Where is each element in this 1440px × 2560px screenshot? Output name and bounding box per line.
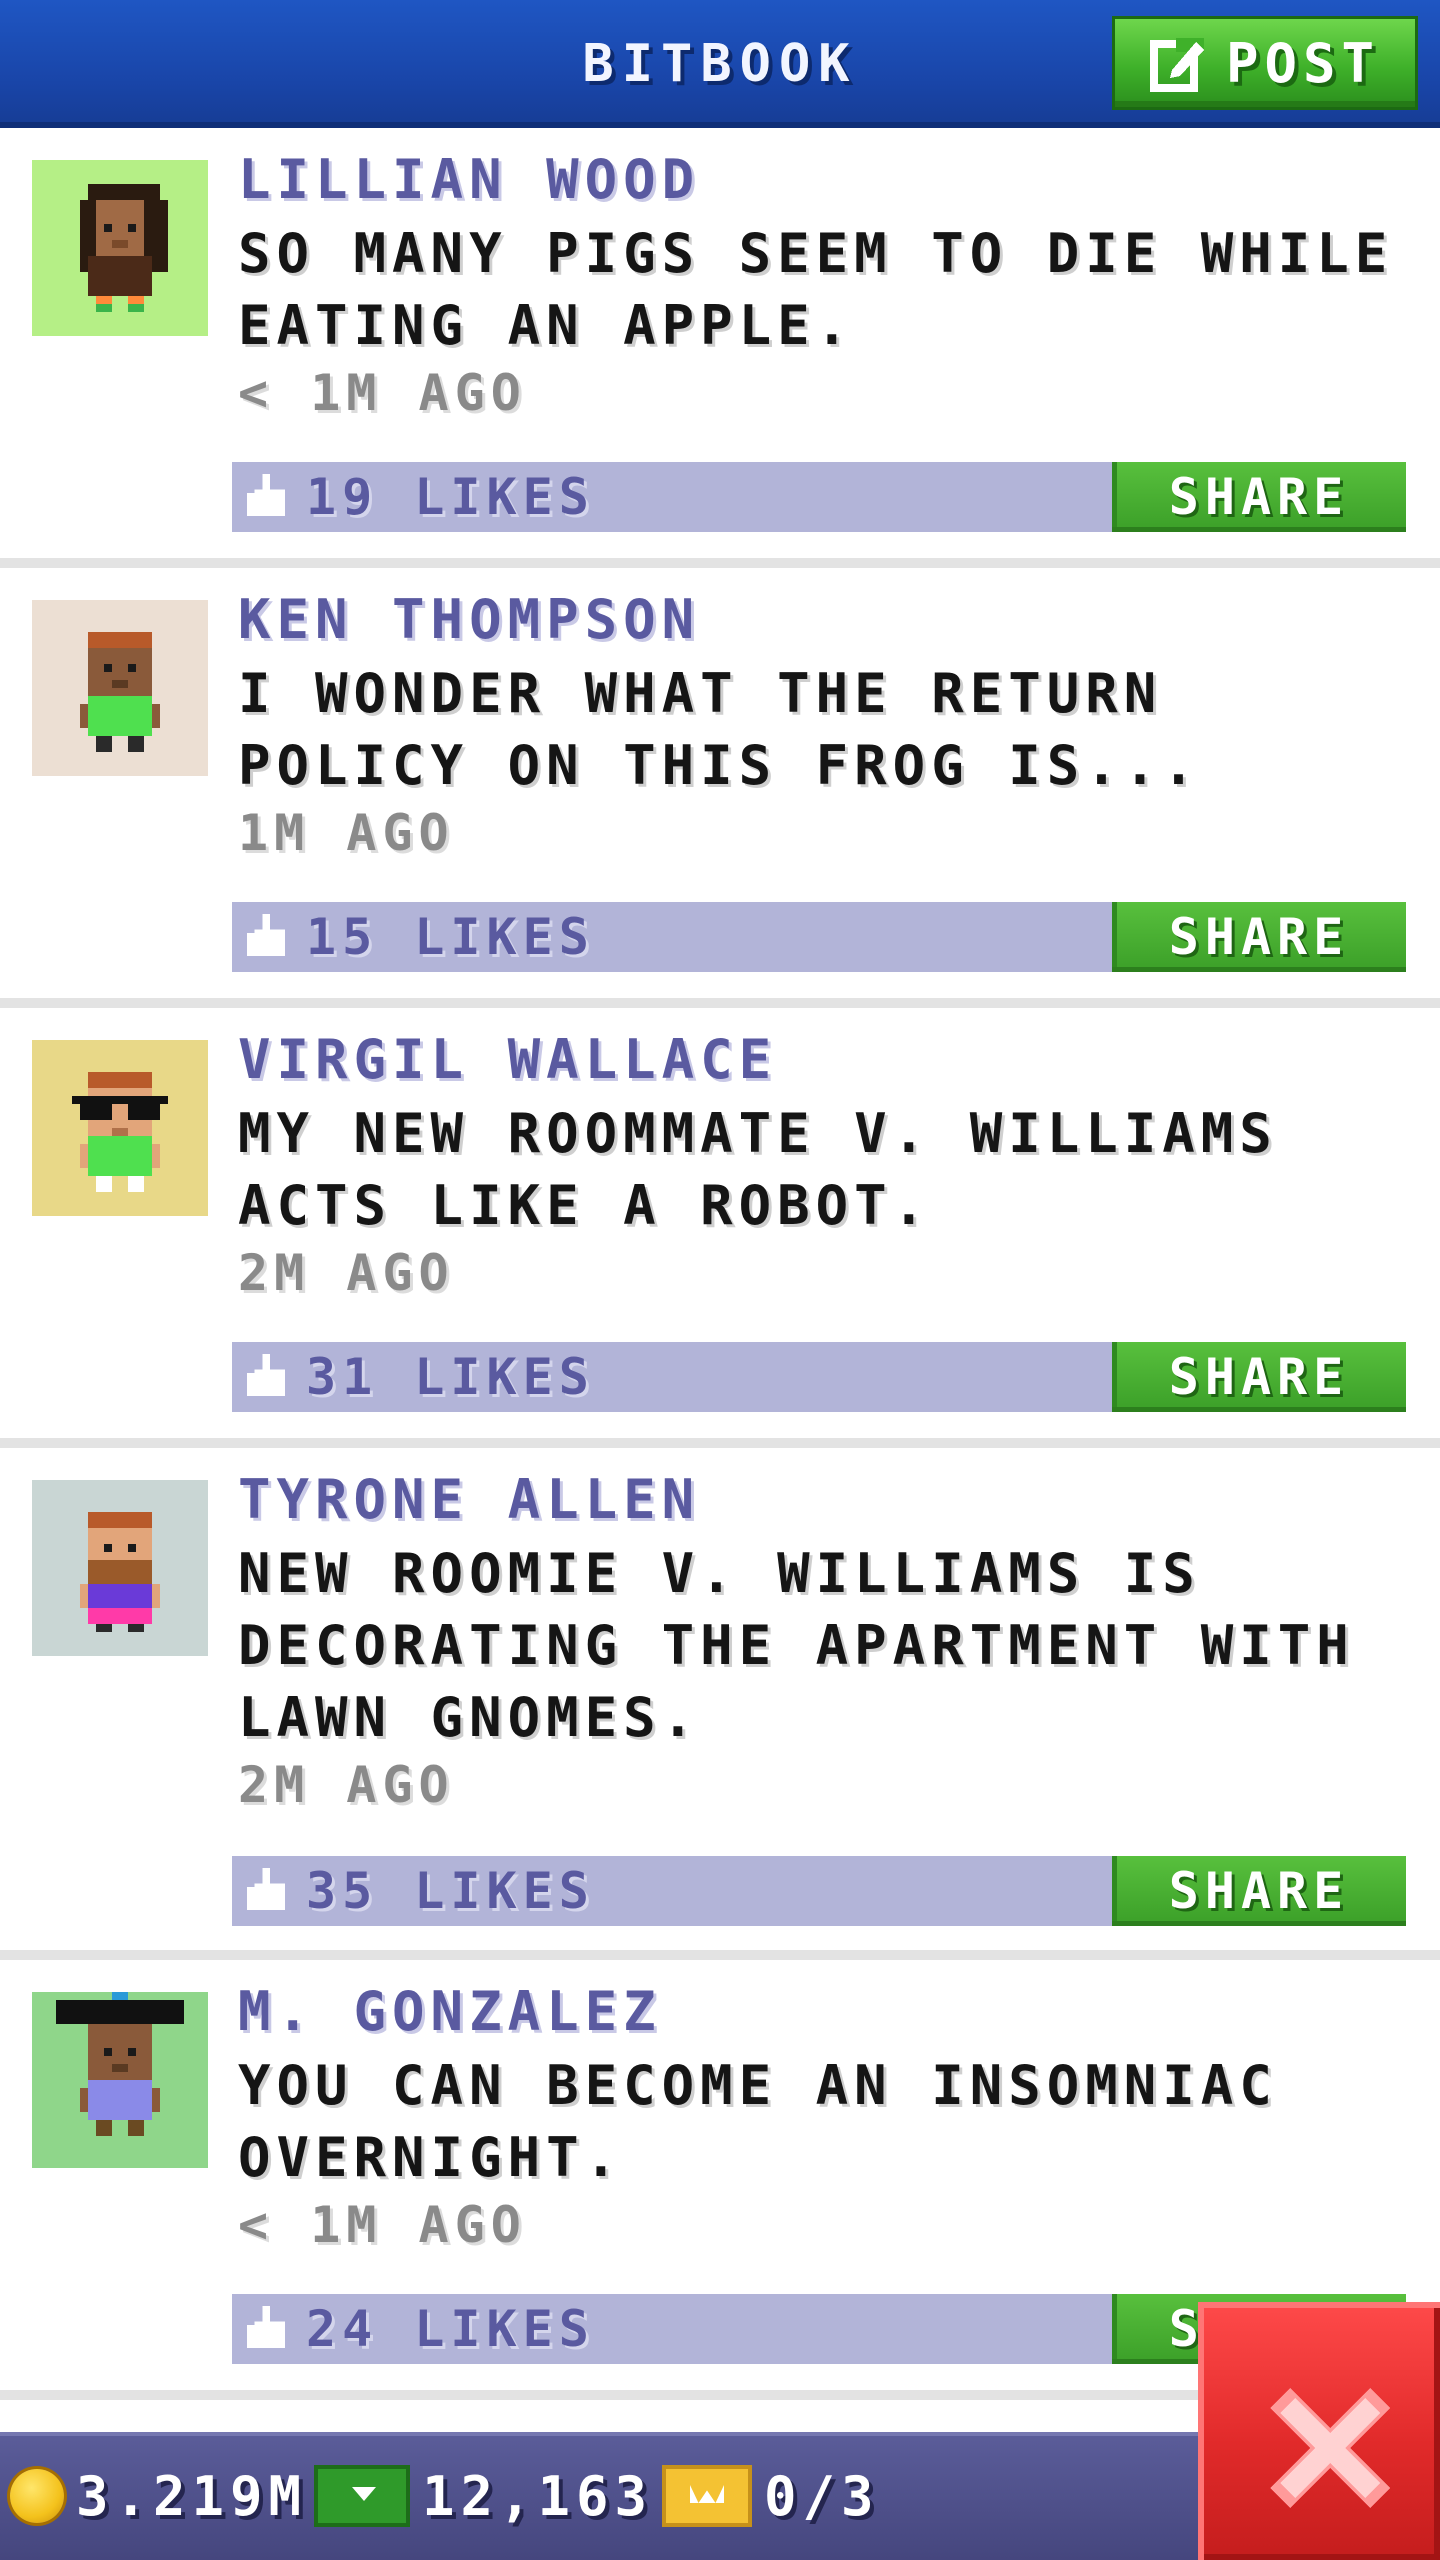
compose-icon (1149, 34, 1208, 92)
post-button-label: POST (1225, 31, 1381, 95)
bux-icon (314, 2465, 410, 2527)
avatar (32, 160, 208, 336)
post-author[interactable]: LILLIAN WOOD (238, 148, 700, 211)
post-timestamp: 2M AGO (238, 1756, 455, 1814)
like-icon[interactable] (246, 914, 290, 960)
post-timestamp: 1M AGO (238, 804, 455, 862)
close-button[interactable] (1198, 2302, 1440, 2560)
divider (0, 1438, 1440, 1448)
share-button[interactable]: SHARE (1112, 902, 1406, 972)
post-timestamp: < 1M AGO (238, 2196, 527, 2254)
close-icon (1270, 2388, 1390, 2508)
like-icon[interactable] (246, 2306, 290, 2352)
post-timestamp: 2M AGO (238, 1244, 455, 1302)
avatar (32, 1480, 208, 1656)
share-button[interactable]: SHARE (1112, 1342, 1406, 1412)
likes-bar[interactable]: 35 LIKES SHARE (232, 1856, 1406, 1926)
likes-count: 31 LIKES (306, 1348, 595, 1406)
divider (0, 998, 1440, 1008)
like-icon[interactable] (246, 1868, 290, 1914)
coin-icon (10, 2469, 64, 2523)
post-button[interactable]: POST (1112, 16, 1418, 110)
tickets-counter: 0/3 (662, 2432, 880, 2560)
divider (0, 1950, 1440, 1960)
avatar (32, 1992, 208, 2168)
like-icon[interactable] (246, 1354, 290, 1400)
likes-count: 15 LIKES (306, 908, 595, 966)
post-author[interactable]: VIRGIL WALLACE (238, 1028, 777, 1091)
coins-value: 3.219M (76, 2464, 308, 2528)
like-icon[interactable] (246, 474, 290, 520)
post-text: MY NEW ROOMMATE V. WILLIAMS ACTS LIKE A … (238, 1102, 1278, 1237)
ticket-icon (662, 2465, 752, 2527)
post-text: NEW ROOMIE V. WILLIAMS IS DECORATING THE… (238, 1542, 1355, 1749)
likes-count: 35 LIKES (306, 1862, 595, 1920)
bux-counter: 12,163 (314, 2432, 653, 2560)
post-text: I WONDER WHAT THE RETURN POLICY ON THIS … (238, 662, 1201, 797)
share-button[interactable]: SHARE (1112, 462, 1406, 532)
likes-count: 24 LIKES (306, 2300, 595, 2358)
post-author[interactable]: KEN THOMPSON (238, 588, 700, 651)
post-author[interactable]: TYRONE ALLEN (238, 1468, 700, 1531)
avatar (32, 600, 208, 776)
likes-bar[interactable]: 31 LIKES SHARE (232, 1342, 1406, 1412)
tickets-value: 0/3 (764, 2464, 880, 2528)
likes-bar[interactable]: 15 LIKES SHARE (232, 902, 1406, 972)
post-timestamp: < 1M AGO (238, 364, 527, 422)
divider (0, 558, 1440, 568)
coins-counter: 3.219M (10, 2432, 307, 2560)
post-text: YOU CAN BECOME AN INSOMNIAC OVERNIGHT. (238, 2054, 1278, 2189)
bux-value: 12,163 (422, 2464, 654, 2528)
likes-count: 19 LIKES (306, 468, 595, 526)
post-text: SO MANY PIGS SEEM TO DIE WHILE EATING AN… (238, 222, 1394, 357)
post-author[interactable]: M. GONZALEZ (238, 1980, 662, 2043)
likes-bar[interactable]: 19 LIKES SHARE (232, 462, 1406, 532)
app-header: BITBOOK POST (0, 0, 1440, 128)
share-button[interactable]: SHARE (1112, 1856, 1406, 1926)
avatar (32, 1040, 208, 1216)
